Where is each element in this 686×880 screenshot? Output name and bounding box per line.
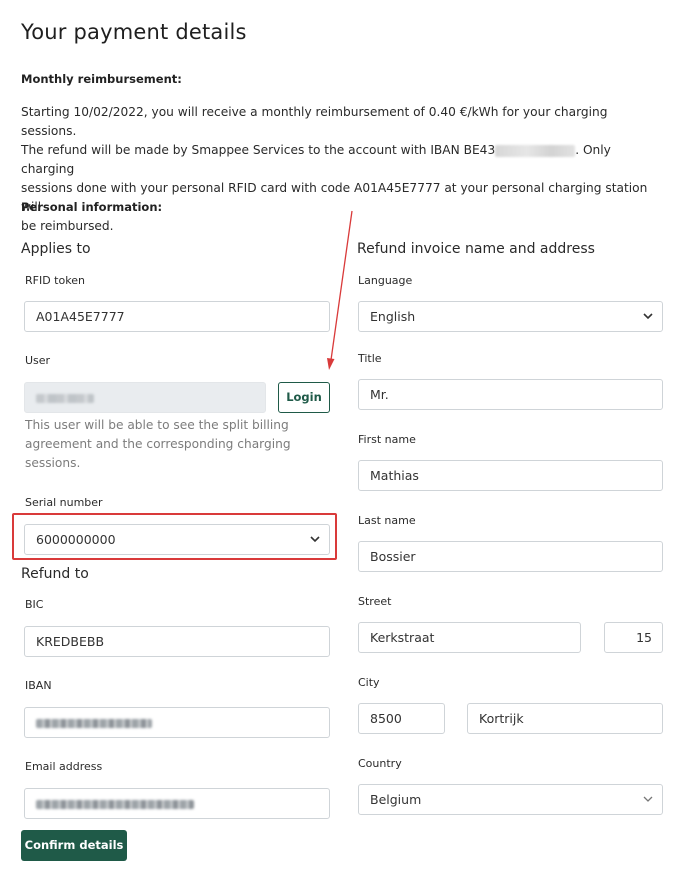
confirm-details-button[interactable]: Confirm details: [21, 830, 127, 861]
house-number-value: 15: [636, 630, 652, 645]
user-hint-line-1: This user will be able to see the split …: [25, 418, 289, 432]
bic-value: KREDBEBB: [36, 634, 105, 649]
street-input[interactable]: Kerkstraat: [358, 622, 581, 653]
language-select[interactable]: English: [358, 301, 663, 332]
reimbursement-heading: Monthly reimbursement:: [21, 72, 182, 86]
user-hint-line-2: agreement and the corresponding charging: [25, 437, 291, 451]
street-value: Kerkstraat: [370, 630, 435, 645]
country-value: Belgium: [370, 792, 422, 807]
iban-input[interactable]: [24, 707, 330, 738]
reimbursement-text: Starting 10/02/2022, you will receive a …: [21, 103, 661, 236]
email-label: Email address: [25, 760, 103, 773]
rfid-token-value: A01A45E7777: [36, 309, 125, 324]
rfid-token-label: RFID token: [25, 274, 85, 287]
applies-to-title: Applies to: [21, 241, 91, 257]
login-button[interactable]: Login: [278, 382, 330, 413]
first-name-label: First name: [358, 433, 416, 446]
redacted-user: [36, 394, 94, 403]
annotation-highlight-box: [12, 513, 337, 560]
title-value: Mr.: [370, 387, 389, 402]
iban-label: IBAN: [25, 679, 52, 692]
serial-number-label: Serial number: [25, 496, 103, 509]
postcode-value: 8500: [370, 711, 402, 726]
reimbursement-line-4: be reimbursed.: [21, 219, 114, 233]
reimbursement-line-2-start: The refund will be made by Smappee Servi…: [21, 143, 496, 157]
country-label: Country: [358, 757, 402, 770]
rfid-token-input[interactable]: A01A45E7777: [24, 301, 330, 332]
user-input[interactable]: [24, 382, 266, 413]
page-title: Your payment details: [21, 20, 247, 44]
chevron-down-icon: [643, 796, 653, 803]
street-label: Street: [358, 595, 392, 608]
redacted-iban-value: [36, 719, 152, 728]
title-input[interactable]: Mr.: [358, 379, 663, 410]
last-name-input[interactable]: Bossier: [358, 541, 663, 572]
reimbursement-line-1: Starting 10/02/2022, you will receive a …: [21, 105, 608, 138]
redacted-iban: [495, 144, 576, 157]
bic-label: BIC: [25, 598, 44, 611]
house-number-input[interactable]: 15: [604, 622, 663, 653]
city-value: Kortrijk: [479, 711, 524, 726]
language-label: Language: [358, 274, 413, 287]
postcode-input[interactable]: 8500: [358, 703, 445, 734]
invoice-title: Refund invoice name and address: [357, 241, 595, 257]
bic-input[interactable]: KREDBEBB: [24, 626, 330, 657]
last-name-value: Bossier: [370, 549, 416, 564]
language-value: English: [370, 309, 416, 324]
last-name-label: Last name: [358, 514, 416, 527]
reimbursement-line-2: The refund will be made by Smappee Servi…: [21, 141, 661, 179]
user-hint: This user will be able to see the split …: [25, 416, 325, 473]
personal-information-heading: Personal information:: [21, 200, 163, 214]
refund-to-title: Refund to: [21, 566, 89, 582]
first-name-input[interactable]: Mathias: [358, 460, 663, 491]
email-input[interactable]: [24, 788, 330, 819]
user-hint-line-3: sessions.: [25, 456, 81, 470]
city-input[interactable]: Kortrijk: [467, 703, 663, 734]
country-select[interactable]: Belgium: [358, 784, 663, 815]
title-label: Title: [358, 352, 382, 365]
user-label: User: [25, 354, 51, 367]
first-name-value: Mathias: [370, 468, 419, 483]
chevron-down-icon: [643, 313, 653, 320]
city-label: City: [358, 676, 380, 689]
redacted-email-value: [36, 800, 194, 809]
